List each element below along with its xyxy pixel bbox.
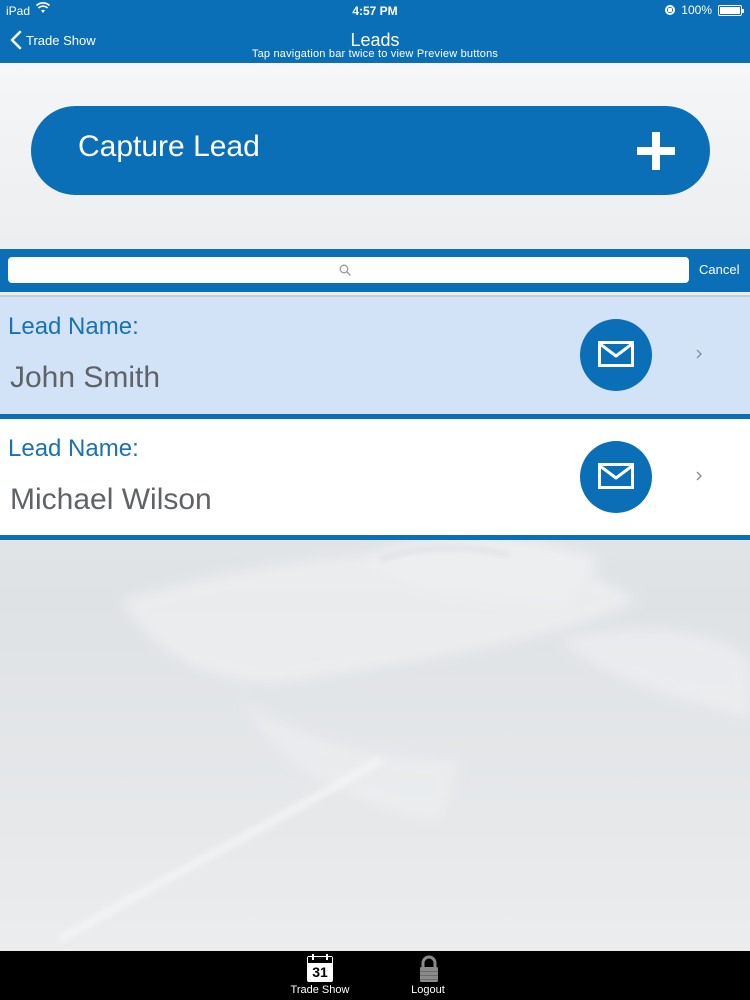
chevron-right-icon: [696, 349, 702, 359]
calendar-icon-number: 31: [312, 964, 328, 980]
battery-percent: 100%: [681, 3, 712, 17]
calendar-icon: 31: [307, 954, 333, 982]
page-subtitle: Tap navigation bar twice to view Preview…: [251, 48, 499, 60]
lead-row[interactable]: Lead Name: Michael Wilson: [0, 419, 750, 536]
status-bar: iPad 4:57 PM 100%: [0, 0, 750, 22]
lead-row[interactable]: Lead Name: John Smith: [0, 297, 750, 414]
orientation-lock-icon: [665, 5, 676, 15]
chevron-right-icon: [696, 471, 702, 481]
lock-icon: [420, 955, 438, 982]
lead-field-label: Lead Name:: [8, 435, 139, 462]
plus-icon: [637, 132, 675, 170]
search-bar: [0, 249, 750, 292]
clock: 4:57 PM: [352, 4, 398, 18]
search-input[interactable]: [8, 257, 689, 283]
battery-icon: [718, 4, 744, 16]
envelope-icon: [598, 341, 634, 367]
lead-name: Michael Wilson: [10, 483, 212, 516]
tab-bar: 31 Trade Show Logout: [0, 951, 750, 1000]
email-lead-button[interactable]: [580, 441, 652, 513]
tab-label: Logout: [411, 984, 445, 996]
tab-trade-show[interactable]: 31 Trade Show: [275, 951, 365, 1000]
tab-logout[interactable]: Logout: [383, 951, 473, 1000]
capture-lead-label: Capture Lead: [78, 130, 260, 163]
capture-lead-button[interactable]: Capture Lead: [31, 106, 710, 195]
email-lead-button[interactable]: [580, 319, 652, 391]
lead-name: John Smith: [10, 361, 161, 394]
lead-field-label: Lead Name:: [8, 313, 139, 340]
navigation-bar[interactable]: iPad 4:57 PM 100% Trade Show Leads Tap n…: [0, 0, 750, 63]
tab-label: Trade Show: [290, 984, 350, 996]
row-divider: [0, 535, 750, 540]
envelope-icon: [598, 463, 634, 489]
search-cancel-button[interactable]: Cancel: [699, 262, 739, 277]
